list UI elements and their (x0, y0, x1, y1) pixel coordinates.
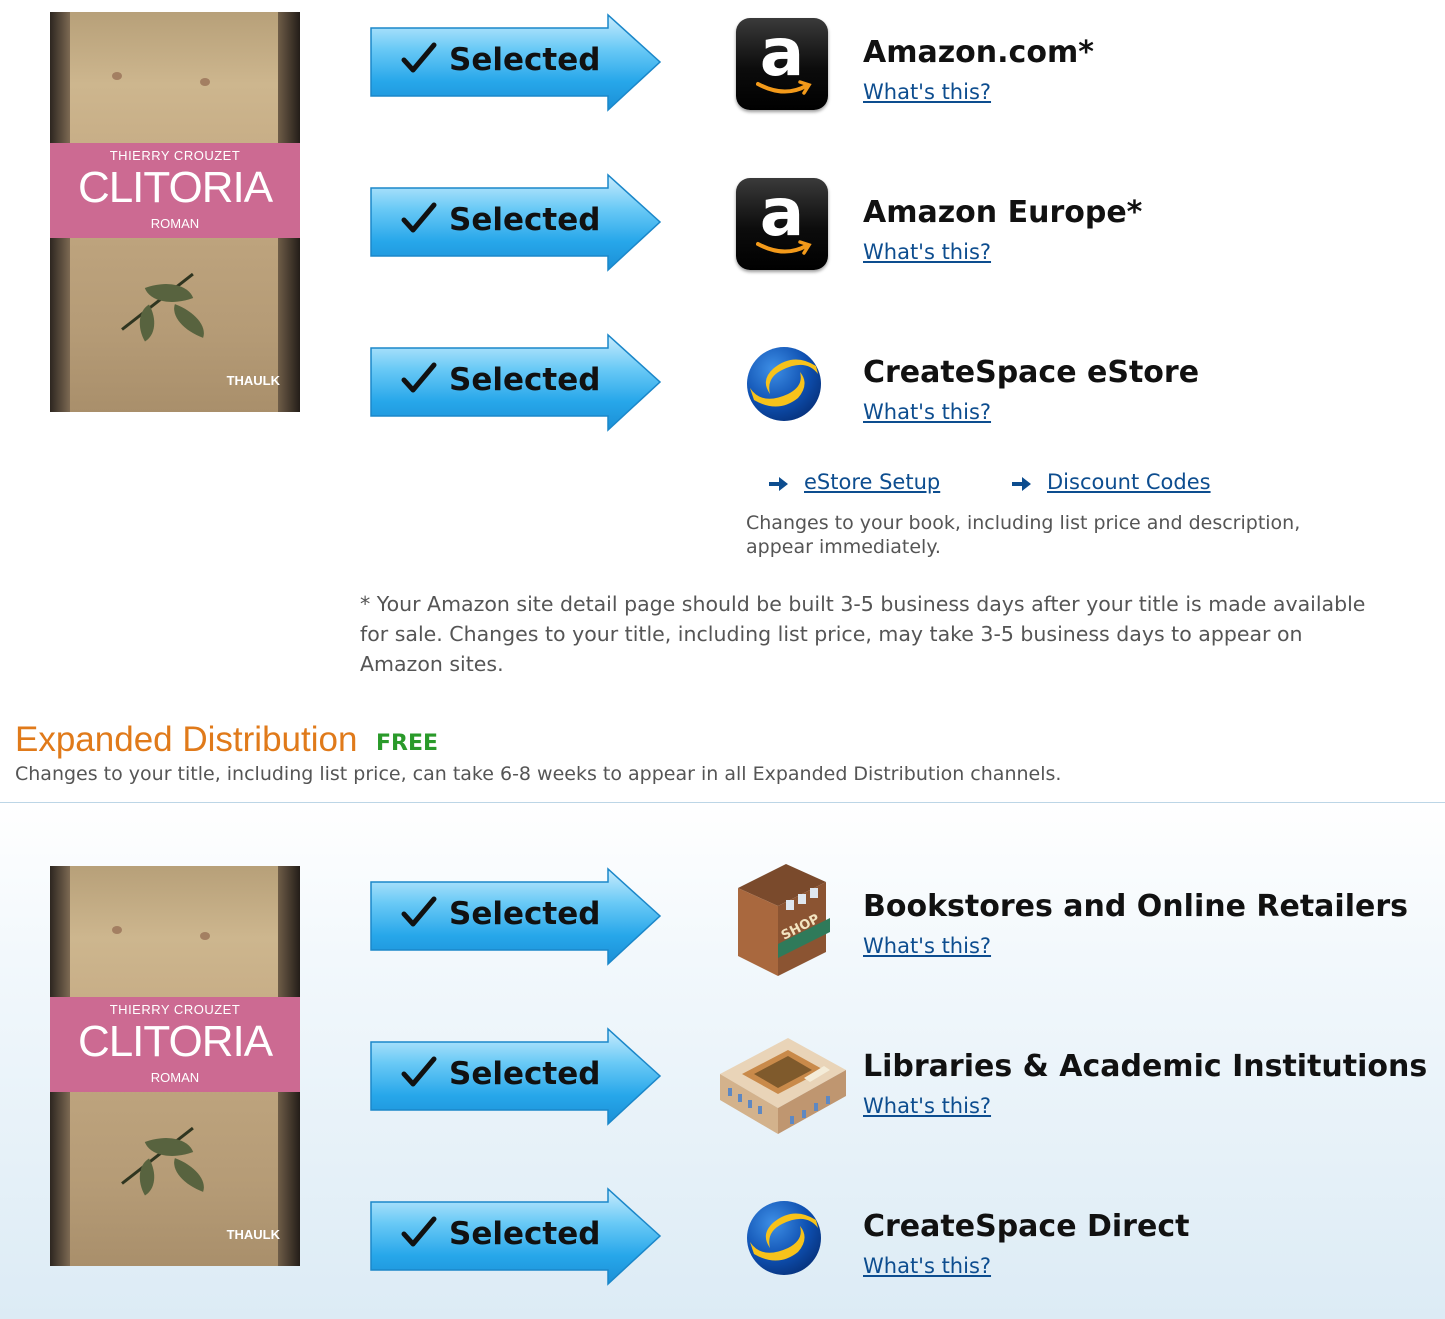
createspace-globe-icon (747, 1201, 821, 1275)
selected-button-libraries[interactable]: Selected (368, 1026, 664, 1128)
selected-button-amazon-com[interactable]: Selected (368, 12, 664, 114)
selected-button-createspace-estore[interactable]: Selected (368, 332, 664, 434)
library-building-icon (720, 1038, 846, 1134)
bookstore-shop-icon: SHOP (738, 864, 830, 976)
expanded-distribution-heading: Expanded Distribution (15, 720, 358, 759)
channel-name: Bookstores and Online Retailers (863, 889, 1408, 924)
selected-label: Selected (449, 1056, 601, 1092)
amazon-icon: a (736, 14, 828, 110)
book-title: CLITORIA (77, 1017, 273, 1066)
selected-label: Selected (449, 202, 601, 238)
cover-band: THIERRY CROUZET CLITORIA ROMAN (50, 997, 300, 1092)
selected-label: Selected (449, 362, 601, 398)
checkmark-icon (401, 896, 437, 927)
checkmark-icon (401, 42, 437, 73)
checkmark-icon (401, 1056, 437, 1087)
right-arrow-icon (769, 477, 788, 491)
checkmark-icon (401, 1216, 437, 1247)
checkmark-icon (401, 202, 437, 233)
whats-this-link[interactable]: What's this? (863, 400, 991, 424)
selected-button-bookstores[interactable]: Selected (368, 866, 664, 968)
book-subtitle: ROMAN (150, 216, 200, 231)
expanded-distribution-subtitle: Changes to your title, including list pr… (15, 763, 1062, 785)
estore-setup-link[interactable]: eStore Setup (804, 470, 940, 494)
cover-band: THIERRY CROUZET CLITORIA ROMAN (50, 143, 300, 238)
right-arrow-icon (1012, 477, 1031, 491)
channel-name: Amazon Europe* (863, 195, 1143, 230)
free-badge: FREE (376, 731, 439, 756)
amazon-note: * Your Amazon site detail page should be… (360, 592, 1366, 676)
channel-name: Amazon.com* (863, 35, 1094, 70)
book-subtitle: ROMAN (150, 1070, 200, 1085)
book-cover: THIERRY CROUZET CLITORIA ROMAN THAULK (50, 866, 300, 1266)
selected-button-createspace-direct[interactable]: Selected (368, 1186, 664, 1288)
whats-this-link[interactable]: What's this? (863, 240, 991, 264)
createspace-globe-icon (747, 347, 821, 421)
channel-name: CreateSpace Direct (863, 1209, 1190, 1244)
estore-note: Changes to your book, including list pri… (746, 512, 1301, 558)
checkmark-icon (401, 362, 437, 393)
channel-name: CreateSpace eStore (863, 355, 1200, 390)
book-publisher: THAULK (226, 1227, 280, 1242)
book-title: CLITORIA (77, 163, 273, 212)
selected-label: Selected (449, 42, 601, 78)
whats-this-link[interactable]: What's this? (863, 1094, 991, 1118)
whats-this-link[interactable]: What's this? (863, 934, 991, 958)
amazon-icon: a (736, 174, 828, 270)
book-publisher: THAULK (226, 373, 280, 388)
whats-this-link[interactable]: What's this? (863, 80, 991, 104)
channel-name: Libraries & Academic Institutions (863, 1049, 1428, 1084)
selected-label: Selected (449, 1216, 601, 1252)
whats-this-link[interactable]: What's this? (863, 1254, 991, 1278)
selected-label: Selected (449, 896, 601, 932)
discount-codes-link[interactable]: Discount Codes (1047, 470, 1211, 494)
selected-button-amazon-europe[interactable]: Selected (368, 172, 664, 274)
book-cover: THIERRY CROUZET CLITORIA ROMAN THAULK (50, 12, 300, 412)
